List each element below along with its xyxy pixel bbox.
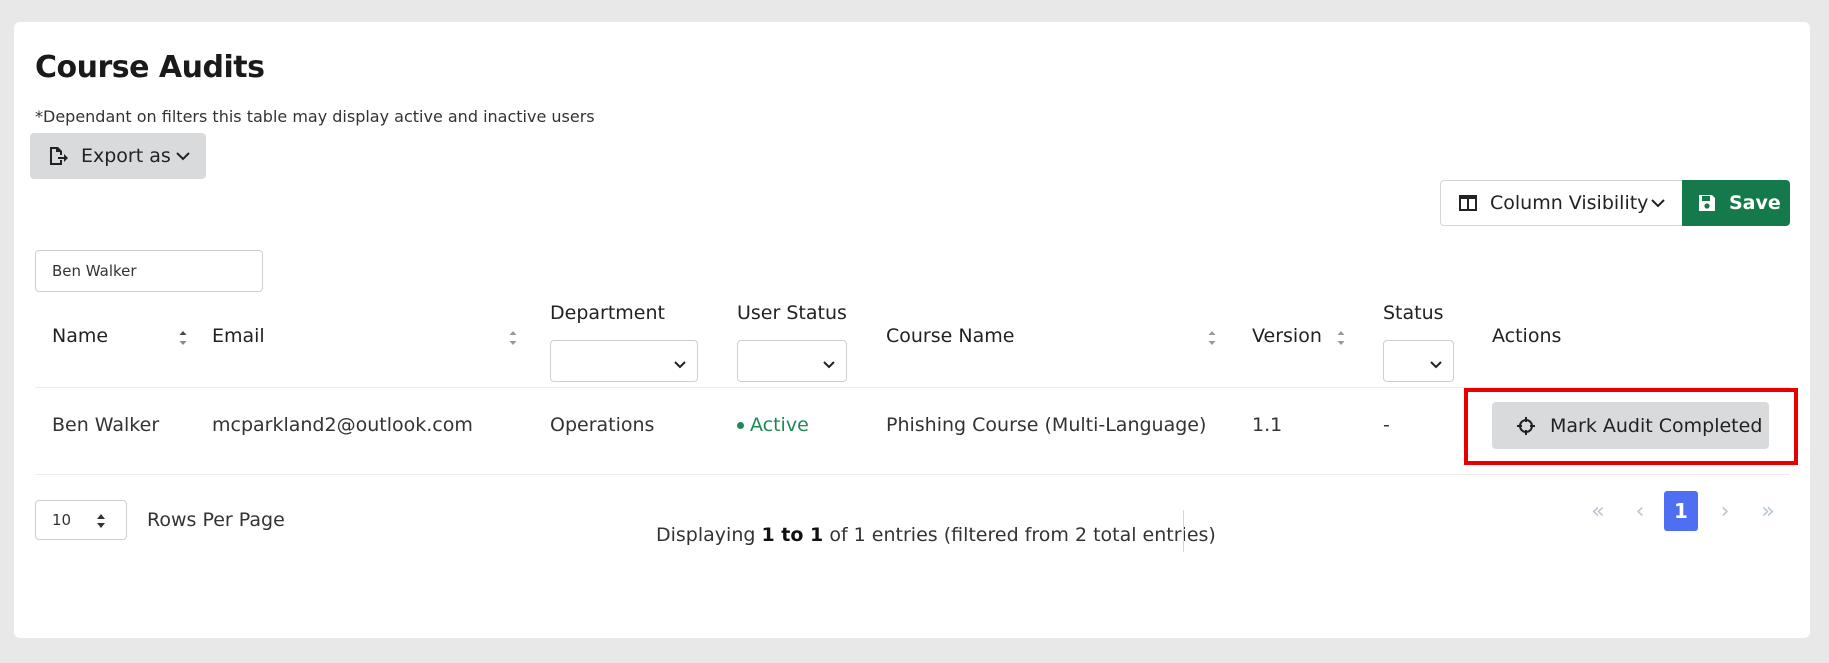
prev-page-button[interactable]: ‹ [1623, 491, 1657, 531]
row-divider [35, 474, 1790, 475]
next-page-button[interactable]: › [1708, 491, 1742, 531]
chevron-down-icon [822, 355, 836, 374]
rows-per-page-label: Rows Per Page [147, 509, 285, 531]
page-title: Course Audits [35, 50, 265, 85]
floppy-disk-icon [1697, 193, 1717, 213]
status-filter-select[interactable] [1383, 340, 1454, 382]
cell-course-name: Phishing Course (Multi-Language) [886, 414, 1207, 436]
column-header-user-status: User Status [737, 302, 847, 324]
sort-icon[interactable] [1336, 328, 1346, 348]
cell-user-status: Active [737, 414, 809, 436]
summary-divider [1183, 510, 1184, 552]
column-visibility-label: Column Visibility [1490, 192, 1649, 214]
export-label: Export as [81, 145, 171, 167]
sort-icon[interactable] [1207, 328, 1217, 348]
cell-version: 1.1 [1252, 414, 1283, 436]
first-page-button[interactable]: « [1581, 491, 1615, 531]
summary-suffix: of 1 entries (filtered from 2 total entr… [823, 524, 1216, 546]
user-status-label: Active [750, 414, 809, 436]
save-label: Save [1729, 192, 1781, 214]
column-header-status: Status [1383, 302, 1444, 324]
current-page-button[interactable]: 1 [1664, 491, 1698, 531]
rows-per-page-select[interactable]: 10 [35, 500, 127, 540]
last-page-button[interactable]: » [1751, 491, 1785, 531]
status-dot-icon [737, 422, 744, 429]
sort-icon[interactable] [178, 328, 188, 348]
chevron-down-icon [673, 355, 687, 374]
column-header-course-name[interactable]: Course Name [886, 325, 1014, 347]
sort-icon[interactable] [508, 328, 518, 348]
export-button[interactable]: Export as [30, 133, 206, 179]
user-status-filter-select[interactable] [737, 340, 847, 382]
page-subtitle: *Dependant on filters this table may dis… [35, 107, 595, 126]
entries-summary: Displaying 1 to 1 of 1 entries (filtered… [656, 524, 1216, 546]
column-header-version[interactable]: Version [1252, 325, 1322, 347]
summary-range: 1 to 1 [761, 524, 824, 546]
chevron-down-icon [1650, 197, 1666, 209]
cell-name: Ben Walker [52, 414, 160, 436]
up-down-icon [96, 513, 106, 533]
highlight-box [1464, 388, 1798, 465]
department-filter-select[interactable] [550, 340, 698, 382]
columns-icon [1458, 193, 1478, 213]
cell-email: mcparkland2@outlook.com [212, 414, 473, 436]
course-audits-card: Course Audits *Dependant on filters this… [14, 22, 1810, 638]
column-visibility-button[interactable]: Column Visibility [1440, 180, 1683, 226]
search-input[interactable] [35, 250, 263, 292]
column-header-actions: Actions [1492, 325, 1562, 347]
chevron-down-icon [1429, 355, 1443, 374]
rows-per-page-value: 10 [52, 511, 72, 529]
summary-prefix: Displaying [656, 524, 762, 546]
cell-department: Operations [550, 414, 655, 436]
column-header-department: Department [550, 302, 665, 324]
cell-status: - [1383, 414, 1390, 436]
column-header-name[interactable]: Name [52, 325, 108, 347]
chevron-down-icon [175, 150, 191, 162]
column-header-email[interactable]: Email [212, 325, 265, 347]
file-export-icon [47, 145, 69, 167]
save-button[interactable]: Save [1682, 180, 1790, 226]
